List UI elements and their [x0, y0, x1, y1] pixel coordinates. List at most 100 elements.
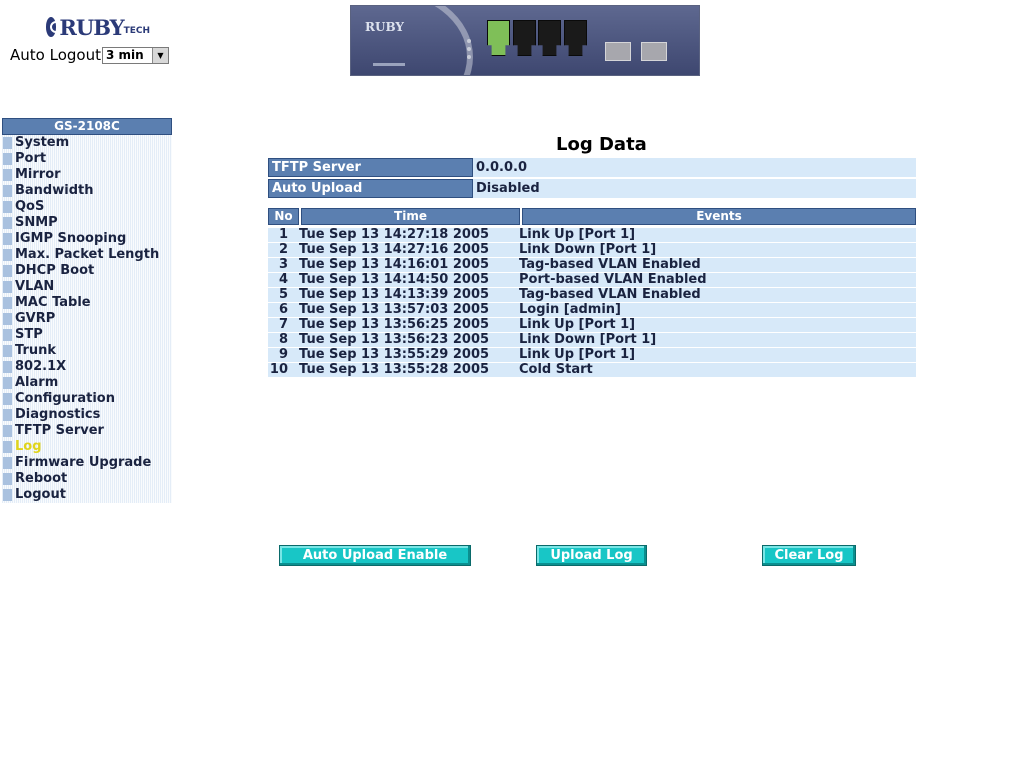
auto-logout-label: Auto Logout [10, 46, 101, 64]
brand-logo: RUBY TECH [46, 14, 150, 40]
port-1-icon [487, 20, 510, 56]
sidebar-item-label: Mirror [15, 167, 61, 182]
sidebar-item-mac-table[interactable]: MAC Table [2, 295, 172, 311]
port-2-icon [513, 20, 536, 56]
row-time: Tue Sep 13 14:27:16 2005 [299, 242, 490, 257]
logo-sub: TECH [123, 26, 150, 36]
row-event: Link Up [Port 1] [519, 347, 636, 362]
row-time: Tue Sep 13 14:16:01 2005 [299, 257, 490, 272]
sidebar-item-reboot[interactable]: Reboot [2, 471, 172, 487]
sidebar-item-label: Bandwidth [15, 183, 94, 198]
row-no: 6 [278, 302, 288, 317]
sidebar-item-label: Trunk [15, 343, 57, 358]
row-no: 7 [278, 317, 288, 332]
info-label: TFTP Server [268, 158, 473, 177]
led-icon [467, 55, 471, 59]
sidebar-item-label: IGMP Snooping [15, 231, 127, 246]
sidebar-item-stp[interactable]: STP [2, 327, 172, 343]
auto-logout-value: 3 min [105, 47, 144, 62]
logo-text: RUBY [59, 14, 124, 40]
chevron-down-icon[interactable]: ▼ [151, 47, 168, 63]
sidebar-item-label: SNMP [15, 215, 58, 230]
clear-log-button[interactable]: Clear Log [762, 545, 856, 566]
sidebar-item-firmware-upgrade[interactable]: Firmware Upgrade [2, 455, 172, 471]
sidebar-item-label: STP [15, 327, 43, 342]
row-no: 2 [278, 242, 288, 257]
auto-logout: Auto Logout 3 min ▼ [10, 46, 169, 64]
upload-log-button[interactable]: Upload Log [536, 545, 647, 566]
sidebar-item-label: TFTP Server [15, 423, 104, 438]
row-time: Tue Sep 13 13:55:29 2005 [299, 347, 490, 362]
sidebar-item-label: Diagnostics [15, 407, 101, 422]
sidebar-item-diagnostics[interactable]: Diagnostics [2, 407, 172, 423]
logo-icon [46, 17, 63, 37]
auto-logout-select[interactable]: 3 min ▼ [101, 46, 169, 64]
sidebar-item-label: Log [15, 439, 42, 454]
sidebar-item-mirror[interactable]: Mirror [2, 167, 172, 183]
page-title: Log Data [556, 134, 647, 155]
info-label: Auto Upload [268, 179, 473, 198]
sidebar-item-system[interactable]: System [2, 135, 172, 151]
device-model-title: GS-2108C [2, 118, 172, 135]
column-header-no: No [268, 208, 299, 225]
info-value: Disabled [476, 181, 540, 196]
row-time: Tue Sep 13 13:56:25 2005 [299, 317, 490, 332]
sidebar-item-bandwidth[interactable]: Bandwidth [2, 183, 172, 199]
sidebar-item-snmp[interactable]: SNMP [2, 215, 172, 231]
sidebar-item-label: Logout [15, 487, 66, 502]
sidebar-item-label: System [15, 135, 70, 150]
device-logo: RUBY [365, 20, 404, 34]
device-panel-image: RUBY [350, 5, 700, 76]
sidebar-item-label: Max. Packet Length [15, 247, 160, 262]
sidebar-item-8021x[interactable]: 802.1X [2, 359, 172, 375]
sidebar-item-igmp-snooping[interactable]: IGMP Snooping [2, 231, 172, 247]
row-event: Link Up [Port 1] [519, 317, 636, 332]
column-header-time: Time [301, 208, 520, 225]
sidebar-item-tftp-server[interactable]: TFTP Server [2, 423, 172, 439]
sidebar-item-label: Alarm [15, 375, 59, 390]
sidebar-item-vlan[interactable]: VLAN [2, 279, 172, 295]
sidebar-item-qos[interactable]: QoS [2, 199, 172, 215]
info-row-auto-upload: Auto Upload Disabled [268, 179, 916, 198]
row-time: Tue Sep 13 13:57:03 2005 [299, 302, 490, 317]
sidebar-item-label: Firmware Upgrade [15, 455, 152, 470]
sidebar-item-max-packet-length[interactable]: Max. Packet Length [2, 247, 172, 263]
sidebar-menu: GS-2108C System Port Mirror Bandwidth Qo… [2, 118, 172, 503]
sidebar-item-port[interactable]: Port [2, 151, 172, 167]
row-event: Link Down [Port 1] [519, 332, 657, 347]
row-no: 4 [278, 272, 288, 287]
row-event: Port-based VLAN Enabled [519, 272, 707, 287]
row-time: Tue Sep 13 13:56:23 2005 [299, 332, 490, 347]
row-event: Tag-based VLAN Enabled [519, 257, 701, 272]
sidebar-item-dhcp-boot[interactable]: DHCP Boot [2, 263, 172, 279]
row-event: Link Down [Port 1] [519, 242, 657, 257]
sidebar-item-alarm[interactable]: Alarm [2, 375, 172, 391]
row-time: Tue Sep 13 14:13:39 2005 [299, 287, 490, 302]
sidebar-item-label: Configuration [15, 391, 115, 406]
sidebar-item-trunk[interactable]: Trunk [2, 343, 172, 359]
row-event: Login [admin] [519, 302, 621, 317]
sidebar-item-label: Reboot [15, 471, 68, 486]
info-row-tftp-server: TFTP Server 0.0.0.0 [268, 158, 916, 177]
sidebar-item-label: VLAN [15, 279, 55, 294]
row-time: Tue Sep 13 14:27:18 2005 [299, 227, 490, 242]
sidebar-item-label: Port [15, 151, 47, 166]
led-icon [467, 39, 471, 43]
sidebar-item-gvrp[interactable]: GVRP [2, 311, 172, 327]
row-time: Tue Sep 13 14:14:50 2005 [299, 272, 490, 287]
port-3-icon [538, 20, 561, 56]
sidebar-item-label: DHCP Boot [15, 263, 95, 278]
sidebar-item-configuration[interactable]: Configuration [2, 391, 172, 407]
row-no: 9 [278, 347, 288, 362]
sidebar-item-log[interactable]: Log [2, 439, 172, 455]
row-event: Tag-based VLAN Enabled [519, 287, 701, 302]
row-event: Link Up [Port 1] [519, 227, 636, 242]
sidebar-item-label: 802.1X [15, 359, 67, 374]
auto-upload-enable-button[interactable]: Auto Upload Enable [279, 545, 471, 566]
row-no: 3 [278, 257, 288, 272]
row-no: 1 [278, 227, 288, 242]
info-value: 0.0.0.0 [476, 160, 527, 175]
column-header-events: Events [522, 208, 916, 225]
sidebar-item-logout[interactable]: Logout [2, 487, 172, 503]
row-event: Cold Start [519, 362, 593, 377]
